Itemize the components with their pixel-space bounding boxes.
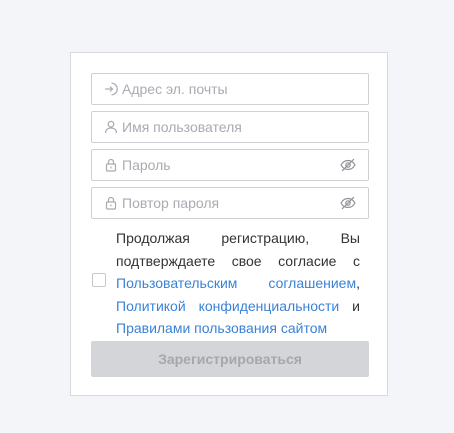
password-repeat-input[interactable] (122, 188, 336, 218)
consent-text-before: Продолжая регистрацию, Вы подтверждаете … (116, 230, 360, 269)
password-field[interactable] (91, 149, 369, 181)
consent-text: Продолжая регистрацию, Вы подтверждаете … (116, 227, 360, 340)
lock-icon (104, 196, 118, 210)
privacy-policy-link[interactable]: Политикой конфиденциальности (116, 298, 339, 314)
consent-and: и (352, 297, 360, 314)
username-field[interactable] (91, 111, 369, 143)
consent-comma: , (356, 275, 360, 291)
site-rules-link[interactable]: Правилами пользования сайтом (116, 320, 327, 336)
password-repeat-field[interactable] (91, 187, 369, 219)
eye-off-icon[interactable] (340, 196, 356, 210)
password-input[interactable] (122, 150, 336, 180)
registration-card: Продолжая регистрацию, Вы подтверждаете … (70, 52, 388, 396)
user-agreement-link[interactable]: Пользовательским соглашением (116, 275, 356, 291)
user-icon (104, 120, 118, 134)
email-field[interactable] (91, 73, 369, 105)
username-input[interactable] (122, 112, 368, 142)
lock-icon (104, 158, 118, 172)
login-icon (104, 82, 118, 96)
eye-off-icon[interactable] (340, 158, 356, 172)
email-input[interactable] (122, 74, 368, 104)
register-button[interactable]: Зарегистрироваться (91, 341, 369, 377)
consent-checkbox[interactable] (92, 273, 106, 287)
